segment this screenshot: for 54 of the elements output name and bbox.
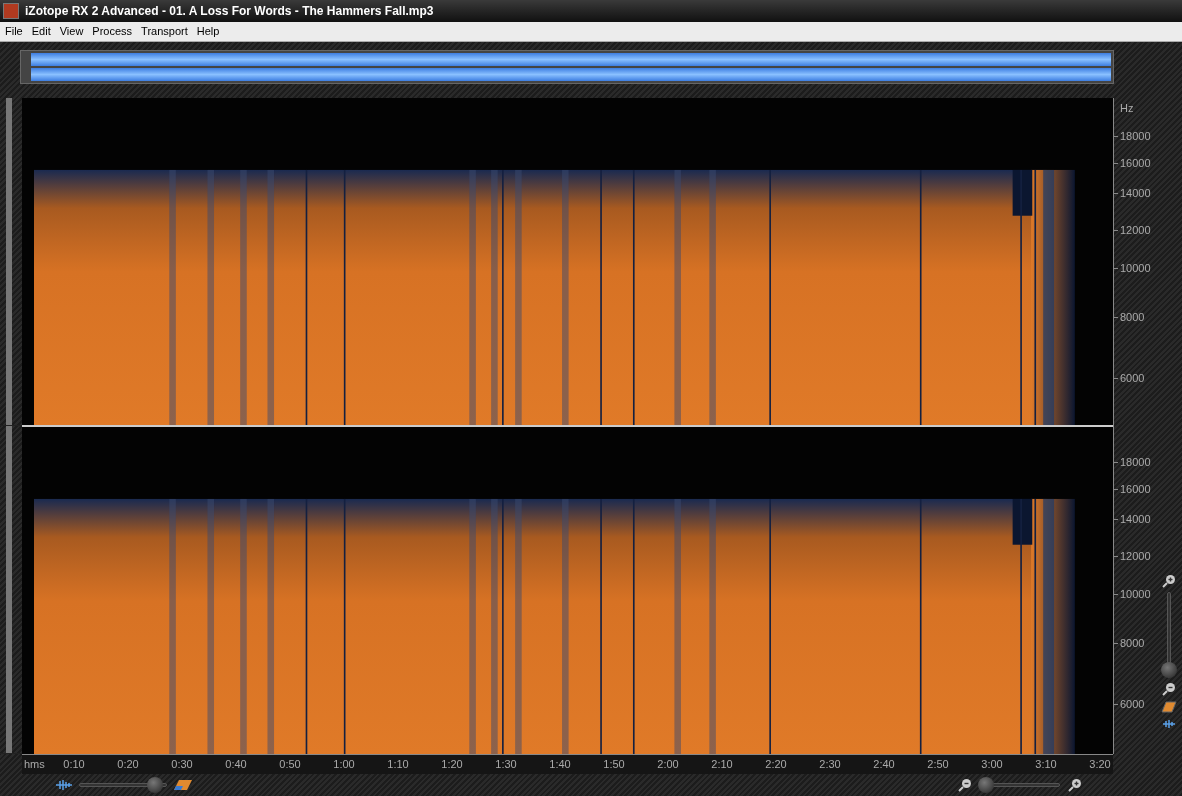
time-label: 1:20 xyxy=(440,757,464,773)
time-unit-label: hms xyxy=(23,757,46,773)
time-label: 0:10 xyxy=(62,757,86,773)
time-label: 0:40 xyxy=(224,757,248,773)
app-icon xyxy=(3,3,19,19)
frequency-label: 10000 xyxy=(1120,587,1151,602)
zoom-in-icon[interactable] xyxy=(1161,574,1176,588)
menu-item[interactable]: Process xyxy=(89,23,136,40)
time-label: 3:00 xyxy=(980,757,1004,773)
time-label: 2:40 xyxy=(872,757,896,773)
time-label: 2:30 xyxy=(818,757,842,773)
menu-item[interactable]: Help xyxy=(193,23,223,40)
time-label: 1:50 xyxy=(602,757,626,773)
time-label: 2:20 xyxy=(764,757,788,773)
frequency-label: 12000 xyxy=(1120,223,1151,238)
time-label: 0:30 xyxy=(170,757,194,773)
time-label: 2:00 xyxy=(656,757,680,773)
time-label: 3:20 xyxy=(1088,757,1112,773)
time-label: 1:00 xyxy=(332,757,356,773)
spectrogram-view-icon[interactable] xyxy=(1160,700,1177,714)
frequency-label: 8000 xyxy=(1120,310,1145,325)
time-label: 1:40 xyxy=(548,757,572,773)
unit-label: Hz xyxy=(1120,101,1134,116)
frequency-label: 16000 xyxy=(1120,156,1151,171)
frequency-label: 6000 xyxy=(1120,697,1145,712)
zoom-out-icon[interactable] xyxy=(958,778,972,792)
frequency-label: 16000 xyxy=(1120,482,1151,497)
frequency-label: 18000 xyxy=(1120,129,1151,144)
menu-item[interactable]: View xyxy=(56,23,87,40)
waveform-icon[interactable] xyxy=(55,779,73,791)
window-title: iZotope RX 2 Advanced - 01. A Loss For Words - The Hammers Fall.mp3 xyxy=(25,3,434,20)
time-label: 0:50 xyxy=(278,757,302,773)
menu-item[interactable]: Edit xyxy=(28,23,54,40)
waveform-overview[interactable] xyxy=(20,50,1114,84)
time-label: 1:30 xyxy=(494,757,518,773)
frequency-label: 18000 xyxy=(1120,455,1151,470)
vertical-zoom-slider[interactable] xyxy=(1160,592,1177,678)
time-label: 1:10 xyxy=(386,757,410,773)
frequency-label: 14000 xyxy=(1120,186,1151,201)
menu-item[interactable]: Transport xyxy=(138,23,191,40)
zoom-in-icon[interactable] xyxy=(1068,778,1082,792)
frequency-label: 6000 xyxy=(1120,371,1145,386)
zoom-out-icon[interactable] xyxy=(1161,682,1176,696)
waveform-view-icon[interactable] xyxy=(1160,718,1177,730)
time-label: 3:10 xyxy=(1034,757,1058,773)
frequency-label: 12000 xyxy=(1120,549,1151,564)
spectrogram-icon[interactable] xyxy=(173,779,193,791)
frequency-label: 14000 xyxy=(1120,512,1151,527)
time-label: 0:20 xyxy=(116,757,140,773)
time-label: 2:10 xyxy=(710,757,734,773)
frequency-label: 10000 xyxy=(1120,261,1151,276)
menu-item[interactable]: File xyxy=(2,23,26,40)
frequency-label: 8000 xyxy=(1120,636,1145,651)
time-label: 2:50 xyxy=(926,757,950,773)
